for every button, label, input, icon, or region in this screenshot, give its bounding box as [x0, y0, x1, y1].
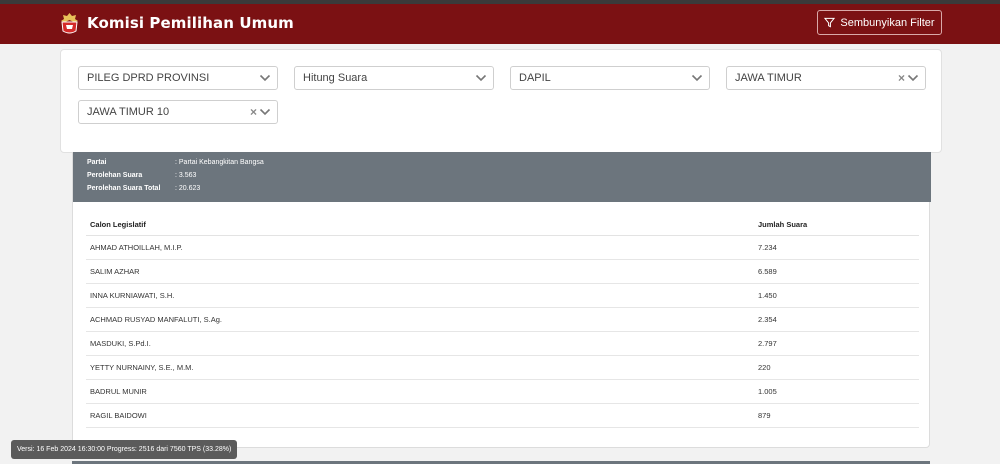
candidate-name: AHMAD ATHOILLAH, M.I.P. [90, 243, 183, 252]
table-row: AHMAD ATHOILLAH, M.I.P. 7.234 [86, 236, 919, 260]
funnel-icon [824, 17, 836, 28]
hide-filter-label: Sembunyikan Filter [840, 16, 935, 29]
candidate-name: RAGIL BAIDOWI [90, 411, 147, 420]
filter-panel: PILEG DPRD PROVINSI Hitung Suara DAPIL J… [60, 49, 942, 153]
party-result-card: Partai : Partai Kebangkitan Bangsa Perol… [72, 152, 931, 448]
table-row: BADRUL MUNIR 1.005 [86, 380, 919, 404]
party-value: : Partai Kebangkitan Bangsa [175, 159, 264, 166]
table-header: Calon Legislatif Jumlah Suara [86, 214, 919, 236]
election-type-value: PILEG DPRD PROVINSI [87, 72, 210, 84]
party-total-row: Perolehan Suara Total : 20.623 [87, 182, 931, 195]
candidate-votes: 879 [758, 411, 771, 420]
party-name-row: Partai : Partai Kebangkitan Bangsa [87, 156, 931, 169]
kpu-logo-icon [61, 13, 78, 34]
province-select[interactable]: JAWA TIMUR × [726, 66, 926, 90]
chevron-down-icon [475, 74, 487, 82]
candidate-name: SALIM AZHAR [90, 267, 140, 276]
brand[interactable]: Komisi Pemilihan Umum [60, 12, 294, 34]
candidate-votes: 1.450 [758, 291, 777, 300]
candidate-name: ACHMAD RUSYAD MANFALUTI, S.Ag. [90, 315, 222, 324]
candidate-votes: 2.354 [758, 315, 777, 324]
votes-label: Perolehan Suara [87, 172, 143, 179]
table-row: ACHMAD RUSYAD MANFALUTI, S.Ag. 2.354 [86, 308, 919, 332]
navbar: Komisi Pemilihan Umum Sembunyikan Filter [0, 4, 1000, 44]
table-row: SALIM AZHAR 6.589 [86, 260, 919, 284]
column-header-votes: Jumlah Suara [758, 220, 808, 229]
votes-value: : 3.563 [175, 172, 197, 179]
candidate-table: Calon Legislatif Jumlah Suara AHMAD ATHO… [86, 214, 919, 428]
candidate-votes: 7.234 [758, 243, 777, 252]
chevron-down-icon [691, 74, 703, 82]
total-label: Perolehan Suara Total [87, 185, 161, 192]
candidate-name: INNA KURNIAWATI, S.H. [90, 291, 175, 300]
table-row: RAGIL BAIDOWI 879 [86, 404, 919, 428]
mode-value: Hitung Suara [303, 72, 368, 84]
candidate-name: MASDUKI, S.Pd.I. [90, 339, 151, 348]
chevron-down-icon [907, 74, 919, 82]
region-level-select[interactable]: DAPIL [510, 66, 710, 90]
candidate-votes: 1.005 [758, 387, 777, 396]
column-header-candidate: Calon Legislatif [90, 220, 146, 229]
candidate-name: YETTY NURNAINY, S.E., M.M. [90, 363, 194, 372]
total-value: : 20.623 [175, 185, 201, 192]
region-level-value: DAPIL [519, 72, 551, 84]
province-value: JAWA TIMUR [735, 72, 802, 84]
clear-x-icon[interactable]: × [250, 105, 257, 119]
party-summary: Partai : Partai Kebangkitan Bangsa Perol… [73, 152, 931, 202]
app-title: Komisi Pemilihan Umum [87, 14, 294, 32]
district-select[interactable]: JAWA TIMUR 10 × [78, 100, 278, 124]
version-text: Versi: 16 Feb 2024 16:30:00 Progress: 25… [17, 446, 232, 453]
version-progress-badge: Versi: 16 Feb 2024 16:30:00 Progress: 25… [11, 440, 238, 459]
party-label: Partai [87, 159, 107, 166]
candidate-votes: 6.589 [758, 267, 777, 276]
clear-x-icon[interactable]: × [898, 71, 905, 85]
candidate-votes: 220 [758, 363, 771, 372]
mode-select[interactable]: Hitung Suara [294, 66, 494, 90]
chevron-down-icon [259, 74, 271, 82]
candidate-votes: 2.797 [758, 339, 777, 348]
table-row: YETTY NURNAINY, S.E., M.M. 220 [86, 356, 919, 380]
election-type-select[interactable]: PILEG DPRD PROVINSI [78, 66, 278, 90]
candidate-name: BADRUL MUNIR [90, 387, 147, 396]
hide-filter-button[interactable]: Sembunyikan Filter [817, 10, 942, 35]
party-votes-row: Perolehan Suara : 3.563 [87, 169, 931, 182]
table-row: MASDUKI, S.Pd.I. 2.797 [86, 332, 919, 356]
chevron-down-icon [259, 108, 271, 116]
district-value: JAWA TIMUR 10 [87, 106, 170, 118]
table-row: INNA KURNIAWATI, S.H. 1.450 [86, 284, 919, 308]
